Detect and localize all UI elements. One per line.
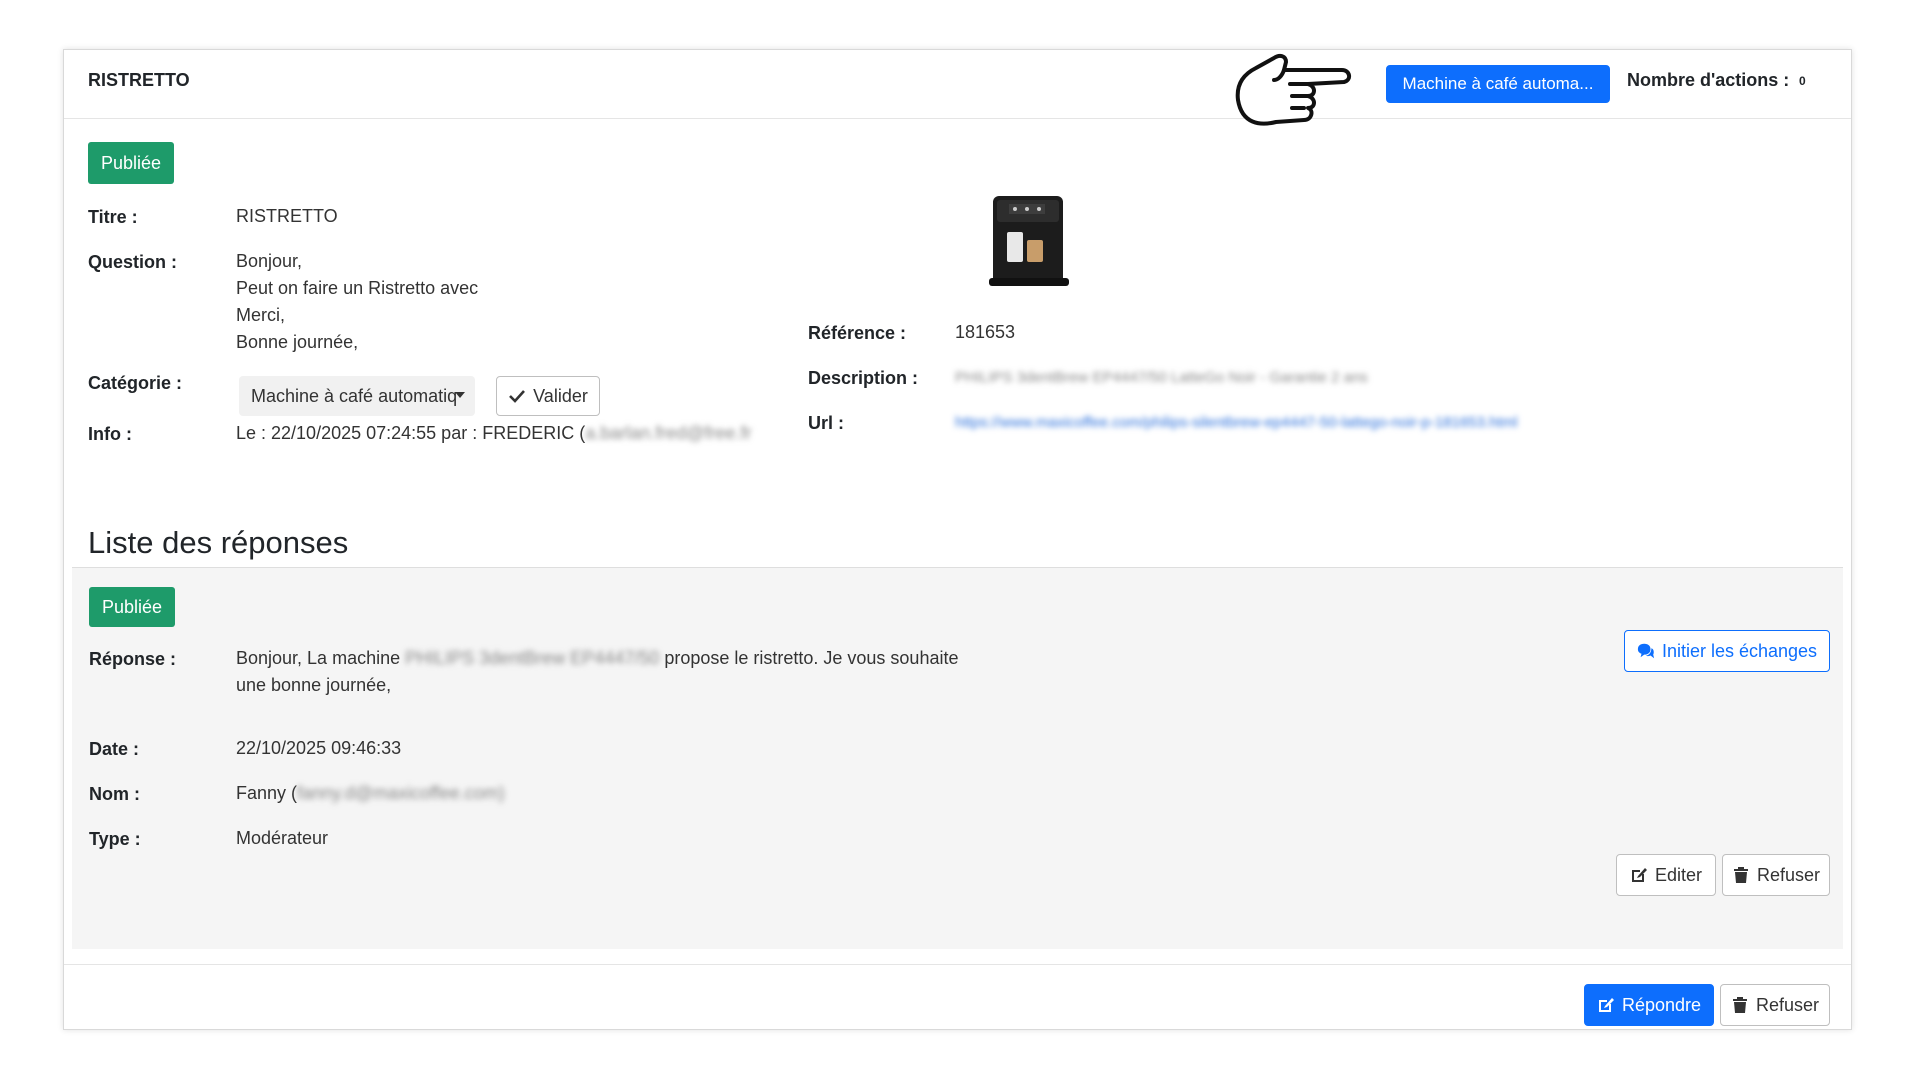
response-suffix: propose le ristretto. Je vous souhaite (664, 648, 959, 668)
actions-count-value: 0 (1799, 74, 1806, 88)
refuse-answer-label: Refuser (1756, 864, 1821, 885)
type-label: Type : (89, 829, 141, 849)
answer-card: Publiée Réponse : Bonjour, La machine PH… (72, 567, 1843, 949)
response-prefix: Bonjour, La machine (236, 648, 401, 668)
info-text: Le : 22/10/2025 07:24:55 par : FREDERIC … (236, 423, 586, 443)
edit-answer-label: Editer (1654, 864, 1703, 885)
question-line: Bonjour, (236, 251, 303, 271)
category-label: Catégorie : (88, 373, 183, 393)
product-url-link[interactable]: https://www.maxicoffee.com/philips-silen… (955, 409, 1518, 436)
question-line: Bonne journée, (236, 332, 359, 352)
question-card: RISTRETTO Machine à café automa... Nombr… (63, 49, 1852, 1030)
category-select-value: Machine à café automatiq (251, 385, 458, 406)
pointing-hand-icon (1235, 53, 1351, 126)
answer-status-badge: Publiée (89, 587, 175, 627)
start-exchange-label: Initier les échanges (1661, 640, 1818, 661)
edit-icon (1598, 998, 1614, 1012)
answers-section-title: Liste des réponses (88, 525, 349, 560)
trash-icon (1733, 867, 1748, 883)
start-exchange-button[interactable]: Initier les échanges (1624, 630, 1830, 672)
name-email-blurred: fanny.d@maxicoffee.com) (297, 783, 505, 803)
info-email-blurred: a.barlan.fred@free.fr (585, 423, 752, 443)
question-label: Question : (88, 252, 177, 272)
chevron-down-icon (455, 392, 465, 398)
edit-answer-button[interactable]: Editer (1616, 854, 1716, 896)
refuse-question-label: Refuser (1755, 994, 1820, 1015)
date-label: Date : (89, 739, 140, 759)
title-label: Titre : (88, 207, 138, 227)
refuse-answer-button[interactable]: Refuser (1722, 854, 1830, 896)
name-value: Fanny (fanny.d@maxicoffee.com) (236, 780, 505, 807)
response-line-1: Bonjour, La machine PHILIPS 3dentBrew EP… (236, 645, 976, 672)
edit-icon (1631, 868, 1647, 882)
date-value: 22/10/2025 09:46:33 (236, 738, 402, 758)
category-button[interactable]: Machine à café automa... (1386, 65, 1610, 103)
reply-button-label: Répondre (1621, 994, 1702, 1015)
category-select[interactable]: Machine à café automatiq (239, 376, 475, 416)
url-label: Url : (808, 413, 844, 433)
response-text: Bonjour, La machine PHILIPS 3dentBrew EP… (236, 645, 976, 699)
response-model-blurred: PHILIPS 3dentBrew EP4447/50 (405, 648, 660, 668)
validate-button[interactable]: Valider (496, 376, 600, 416)
product-image (989, 196, 1069, 286)
title-value: RISTRETTO (236, 206, 338, 226)
type-value: Modérateur (236, 828, 329, 848)
reference-value: 181653 (955, 322, 1016, 342)
check-icon (509, 390, 526, 403)
name-text: Fanny ( (236, 783, 298, 803)
comments-icon (1637, 643, 1655, 659)
response-label: Réponse : (89, 649, 177, 669)
card-header: RISTRETTO Machine à café automa... Nombr… (64, 50, 1851, 126)
description-value-blurred: PHILIPS 3dentBrew EP4447/50 LatteGo Noir… (955, 369, 1368, 386)
validate-button-label: Valider (533, 385, 588, 406)
reference-label: Référence : (808, 323, 907, 343)
question-text: Bonjour, Peut on faire un Ristretto avec… (236, 248, 478, 356)
question-status-badge: Publiée (88, 142, 174, 184)
description-label: Description : (808, 368, 919, 388)
name-label: Nom : (89, 784, 140, 804)
reply-button[interactable]: Répondre (1584, 984, 1714, 1026)
trash-icon (1732, 997, 1747, 1013)
info-value: Le : 22/10/2025 07:24:55 par : FREDERIC … (236, 420, 752, 447)
refuse-question-button[interactable]: Refuser (1720, 984, 1830, 1026)
response-line-2: une bonne journée, (236, 675, 392, 695)
actions-count-label: Nombre d'actions : (1627, 70, 1790, 90)
footer-divider (64, 964, 1851, 965)
question-title-header: RISTRETTO (88, 70, 190, 90)
question-line: Peut on faire un Ristretto avec (236, 278, 479, 298)
info-label: Info : (88, 424, 132, 444)
question-line: Merci, (236, 305, 285, 325)
